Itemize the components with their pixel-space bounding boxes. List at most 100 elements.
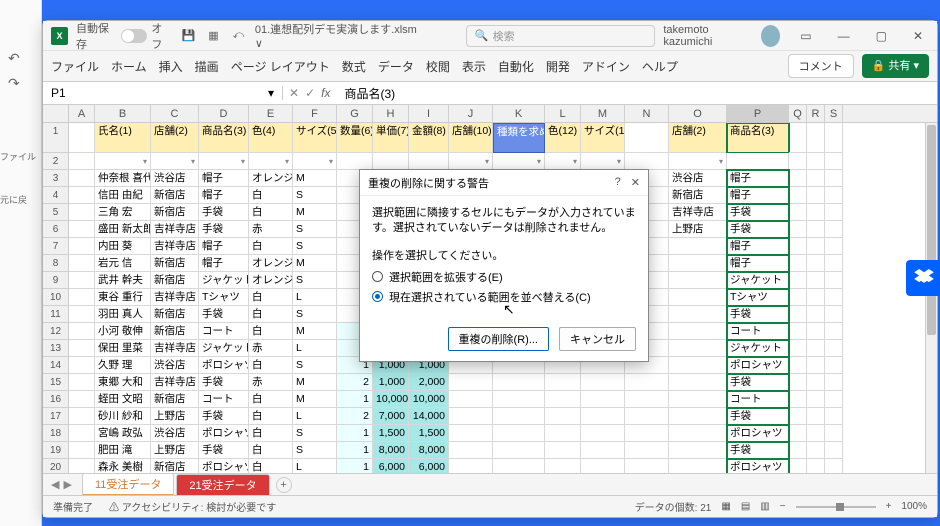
cell[interactable]: [337, 153, 373, 170]
cell[interactable]: [669, 459, 727, 473]
cell[interactable]: [669, 289, 727, 306]
ribbon-tab[interactable]: データ: [378, 60, 414, 74]
cell[interactable]: 2: [337, 374, 373, 391]
cell[interactable]: 1: [337, 459, 373, 473]
cell[interactable]: [69, 272, 95, 289]
cell[interactable]: [669, 425, 727, 442]
cell[interactable]: ▾: [493, 153, 545, 170]
cell[interactable]: ▾: [293, 153, 337, 170]
cell[interactable]: [669, 357, 727, 374]
dialog-option-current[interactable]: 現在選択されている範囲を並べ替える(C): [372, 289, 636, 305]
cell[interactable]: 渋谷店: [669, 170, 727, 187]
col-header[interactable]: A: [69, 105, 95, 122]
cell[interactable]: 手袋: [727, 204, 789, 221]
cell[interactable]: [825, 442, 843, 459]
cell[interactable]: 内田 葵: [95, 238, 151, 255]
cell[interactable]: [449, 425, 493, 442]
cell[interactable]: S: [293, 238, 337, 255]
cell[interactable]: 上野店: [151, 442, 199, 459]
cell[interactable]: [493, 374, 545, 391]
cell[interactable]: [825, 408, 843, 425]
cell[interactable]: M: [293, 323, 337, 340]
cell[interactable]: 2,000: [409, 374, 449, 391]
cell[interactable]: [807, 408, 825, 425]
cell[interactable]: ▾: [151, 153, 199, 170]
cell[interactable]: [545, 425, 581, 442]
row-header[interactable]: 5: [43, 204, 69, 221]
col-header[interactable]: J: [449, 105, 493, 122]
cell[interactable]: 吉祥寺店: [151, 289, 199, 306]
cell[interactable]: [545, 374, 581, 391]
minimize-button[interactable]: —: [832, 29, 856, 43]
cell[interactable]: 白: [249, 408, 293, 425]
cell[interactable]: [69, 459, 95, 473]
cell[interactable]: [789, 170, 807, 187]
cell[interactable]: 手袋: [727, 374, 789, 391]
cell[interactable]: 仲奈根 喜代治: [95, 170, 151, 187]
ribbon-tab[interactable]: ホーム: [111, 60, 147, 74]
cell[interactable]: [625, 408, 669, 425]
cell[interactable]: [625, 459, 669, 473]
cell[interactable]: [789, 459, 807, 473]
cell[interactable]: [789, 255, 807, 272]
cell[interactable]: [545, 442, 581, 459]
cell[interactable]: 新宿店: [151, 391, 199, 408]
cell[interactable]: [493, 459, 545, 473]
cell[interactable]: [825, 170, 843, 187]
col-header[interactable]: G: [337, 105, 373, 122]
cell[interactable]: [69, 187, 95, 204]
save-icon[interactable]: 💾: [180, 29, 197, 42]
cell[interactable]: [625, 123, 669, 153]
cell[interactable]: [625, 153, 669, 170]
ribbon-tab[interactable]: 数式: [342, 60, 366, 74]
cell[interactable]: サイズ(13): [581, 123, 625, 153]
cell[interactable]: [625, 442, 669, 459]
cell[interactable]: ジャケット: [199, 272, 249, 289]
cell[interactable]: [807, 170, 825, 187]
cell[interactable]: 手袋: [199, 204, 249, 221]
cell[interactable]: 肥田 滝: [95, 442, 151, 459]
cell[interactable]: 帽子: [199, 238, 249, 255]
cell[interactable]: [669, 340, 727, 357]
cell[interactable]: [789, 238, 807, 255]
cell[interactable]: 新宿店: [669, 187, 727, 204]
cell[interactable]: [69, 374, 95, 391]
row-header[interactable]: 14: [43, 357, 69, 374]
cell[interactable]: 6,000: [373, 459, 409, 473]
cell[interactable]: 三角 宏: [95, 204, 151, 221]
cell[interactable]: [493, 408, 545, 425]
cell[interactable]: 渋谷店: [151, 357, 199, 374]
tab-nav-prev[interactable]: ◀: [51, 478, 59, 491]
cell[interactable]: 1: [337, 425, 373, 442]
view-layout-icon[interactable]: ▤: [741, 501, 750, 512]
cell[interactable]: [807, 459, 825, 473]
cell[interactable]: 7,000: [373, 408, 409, 425]
username[interactable]: takemoto kazumichi: [663, 24, 747, 48]
cell[interactable]: 手袋: [199, 374, 249, 391]
cell[interactable]: ジャケット: [727, 272, 789, 289]
cell[interactable]: 手袋: [199, 442, 249, 459]
cell[interactable]: [493, 425, 545, 442]
row-header[interactable]: 12: [43, 323, 69, 340]
cell[interactable]: [789, 221, 807, 238]
cell[interactable]: [807, 272, 825, 289]
row-header[interactable]: 15: [43, 374, 69, 391]
add-sheet-button[interactable]: +: [276, 477, 292, 493]
col-header[interactable]: F: [293, 105, 337, 122]
col-header[interactable]: C: [151, 105, 199, 122]
dialog-cancel-button[interactable]: キャンセル: [559, 327, 636, 351]
ribbon-tab[interactable]: 挿入: [159, 60, 183, 74]
dialog-option-expand[interactable]: 選択範囲を拡張する(E): [372, 269, 636, 285]
row-header[interactable]: 7: [43, 238, 69, 255]
cell[interactable]: [825, 272, 843, 289]
cell[interactable]: [669, 255, 727, 272]
cell[interactable]: オレンジ: [249, 272, 293, 289]
cell[interactable]: ジャケット: [727, 340, 789, 357]
cell[interactable]: [669, 238, 727, 255]
cell[interactable]: [789, 391, 807, 408]
undo-icon[interactable]: ↶: [8, 50, 33, 67]
maximize-button[interactable]: ▢: [870, 29, 893, 43]
cell[interactable]: [789, 289, 807, 306]
ribbon-tab[interactable]: ページ レイアウト: [231, 60, 330, 74]
row-header[interactable]: 17: [43, 408, 69, 425]
